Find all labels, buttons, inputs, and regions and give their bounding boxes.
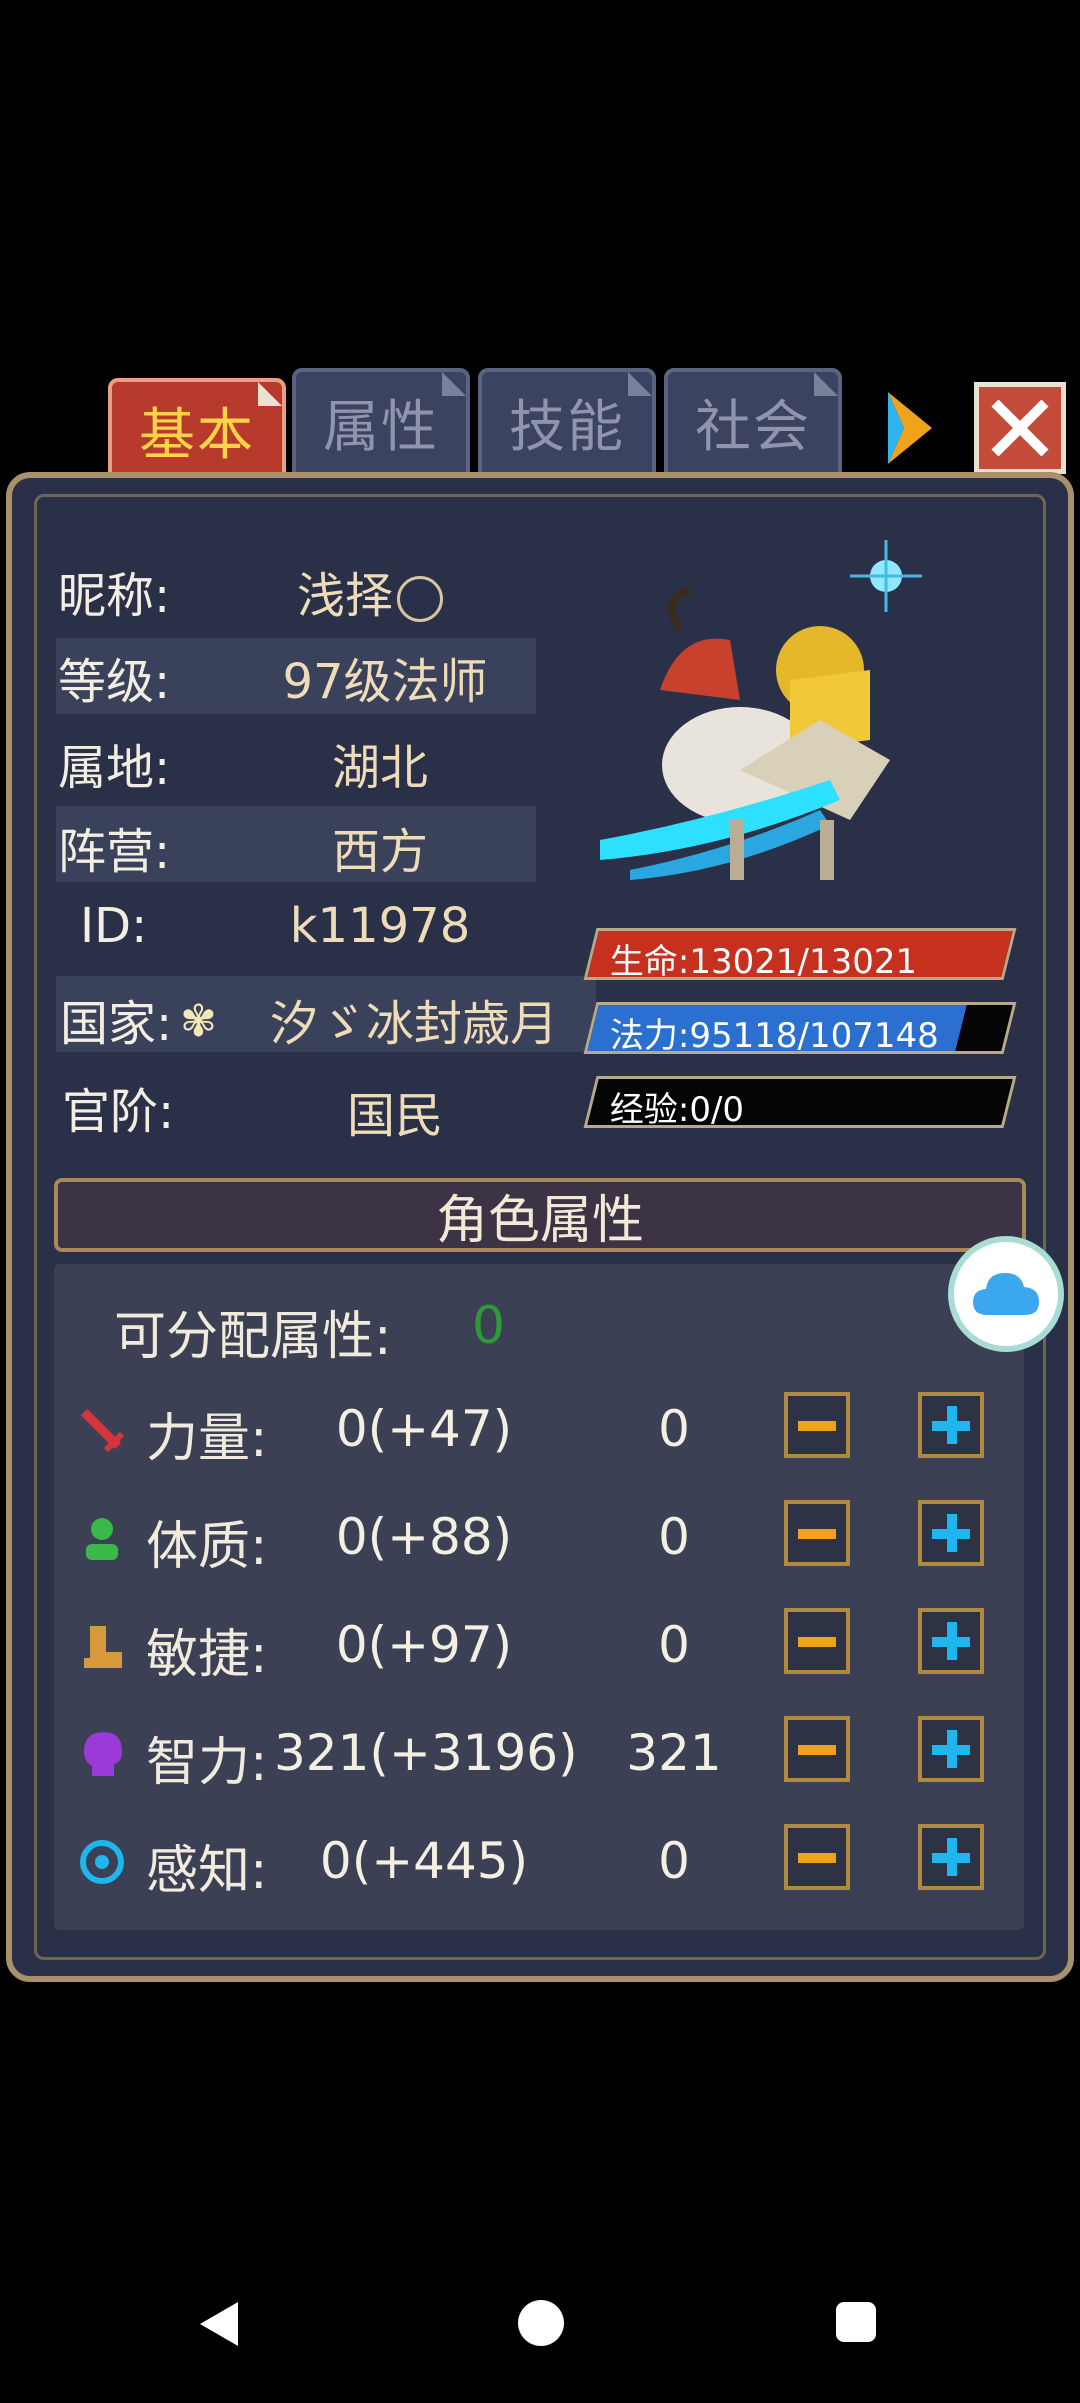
person-icon — [78, 1514, 126, 1562]
rank-label: 官阶: — [62, 1084, 175, 1140]
decrease-agility-button[interactable] — [784, 1608, 850, 1674]
home-icon — [518, 2300, 564, 2346]
tab-corner — [258, 382, 282, 406]
attribute-base: 321 — [626, 1724, 722, 1782]
id-value: k11978 — [289, 898, 471, 954]
increase-agility-button[interactable] — [918, 1608, 984, 1674]
close-icon — [991, 399, 1049, 457]
attribute-name: 智力: — [146, 1733, 268, 1793]
attribute-value: 0(+88) — [335, 1508, 513, 1566]
country-flag-icon: ✾ — [180, 996, 217, 1047]
region-label: 属地: — [58, 740, 171, 796]
decrease-strength-button[interactable] — [784, 1392, 850, 1458]
attribute-base: 0 — [658, 1832, 690, 1890]
increase-constitution-button[interactable] — [918, 1500, 984, 1566]
attribute-value: 0(+47) — [335, 1400, 513, 1458]
decrease-intelligence-button[interactable] — [784, 1716, 850, 1782]
free-points-label: 可分配属性: — [114, 1307, 392, 1367]
tab-corner — [442, 372, 466, 396]
attribute-name: 感知: — [146, 1841, 268, 1901]
attributes-box: 可分配属性: 0 力量: 0(+47) 0 体质: 0(+88) 0 敏捷: 0… — [54, 1264, 1024, 1930]
attribute-name: 敏捷: — [146, 1625, 268, 1685]
exp-bar: 经验:0/0 — [583, 1076, 1017, 1128]
rank-value: 国民 — [346, 1088, 443, 1144]
attributes-header: 角色属性 — [54, 1178, 1026, 1252]
attribute-base: 0 — [658, 1508, 690, 1566]
country-label: 国家: — [60, 996, 173, 1052]
attribute-row-agility: 敏捷: 0(+97) 0 — [54, 1600, 1024, 1690]
attribute-row-perception: 感知: 0(+445) 0 — [54, 1816, 1024, 1906]
back-button[interactable] — [196, 2298, 242, 2354]
increase-intelligence-button[interactable] — [918, 1716, 984, 1782]
head-icon — [78, 1730, 126, 1778]
sparkle-icon — [850, 540, 922, 612]
tab-corner — [628, 372, 652, 396]
tab-basic[interactable]: 基本 — [108, 378, 286, 482]
increase-strength-button[interactable] — [918, 1392, 984, 1458]
floating-cloud-button[interactable] — [948, 1236, 1064, 1352]
exp-text: 经验:0/0 — [609, 1090, 745, 1128]
nickname-label: 昵称: — [58, 568, 171, 624]
attribute-row-strength: 力量: 0(+47) 0 — [54, 1384, 1024, 1474]
id-label: ID: — [80, 898, 148, 954]
attribute-name: 力量: — [146, 1409, 268, 1469]
switch-arrow-icon[interactable] — [880, 388, 940, 468]
guild-emblem-icon — [397, 576, 443, 622]
attribute-value: 0(+445) — [319, 1832, 529, 1890]
attribute-value: 0(+97) — [335, 1616, 513, 1674]
camp-label: 阵营: — [58, 824, 171, 880]
tab-skills[interactable]: 技能 — [478, 368, 656, 476]
home-button[interactable] — [516, 2298, 566, 2352]
increase-perception-button[interactable] — [918, 1824, 984, 1890]
recents-icon — [836, 2302, 876, 2342]
back-icon — [200, 2302, 238, 2346]
hp-bar: 生命:13021/13021 — [583, 928, 1017, 980]
country-value: 汐ゞ冰封歳月 — [270, 996, 559, 1052]
mp-text: 法力:95118/107148 — [609, 1016, 939, 1054]
decrease-perception-button[interactable] — [784, 1824, 850, 1890]
character-portrait — [590, 520, 950, 900]
tab-attributes[interactable]: 属性 — [292, 368, 470, 476]
sword-icon — [78, 1406, 126, 1454]
attribute-name: 体质: — [146, 1517, 268, 1577]
boot-icon — [78, 1622, 126, 1670]
region-value: 湖北 — [331, 740, 428, 796]
eye-target-icon — [78, 1838, 126, 1886]
attribute-row-intelligence: 智力: 321(+3196) 321 — [54, 1708, 1024, 1798]
hp-text: 生命:13021/13021 — [609, 942, 918, 980]
level-label: 等级: — [58, 654, 171, 710]
nickname-value: 浅择 — [270, 556, 470, 626]
attribute-base: 0 — [658, 1616, 690, 1674]
attribute-row-constitution: 体质: 0(+88) 0 — [54, 1492, 1024, 1582]
decrease-constitution-button[interactable] — [784, 1500, 850, 1566]
tab-social[interactable]: 社会 — [664, 368, 842, 476]
close-button[interactable] — [974, 382, 1066, 474]
attribute-value: 321(+3196) — [274, 1724, 578, 1782]
attribute-base: 0 — [658, 1400, 690, 1458]
mp-bar: 法力:95118/107148 — [583, 1002, 1017, 1054]
camp-value: 西方 — [331, 824, 428, 880]
level-value: 97级法师 — [282, 654, 488, 710]
tab-corner — [814, 372, 838, 396]
free-points-value: 0 — [472, 1296, 506, 1356]
recents-button[interactable] — [834, 2300, 878, 2348]
cloud-icon — [973, 1273, 1039, 1315]
